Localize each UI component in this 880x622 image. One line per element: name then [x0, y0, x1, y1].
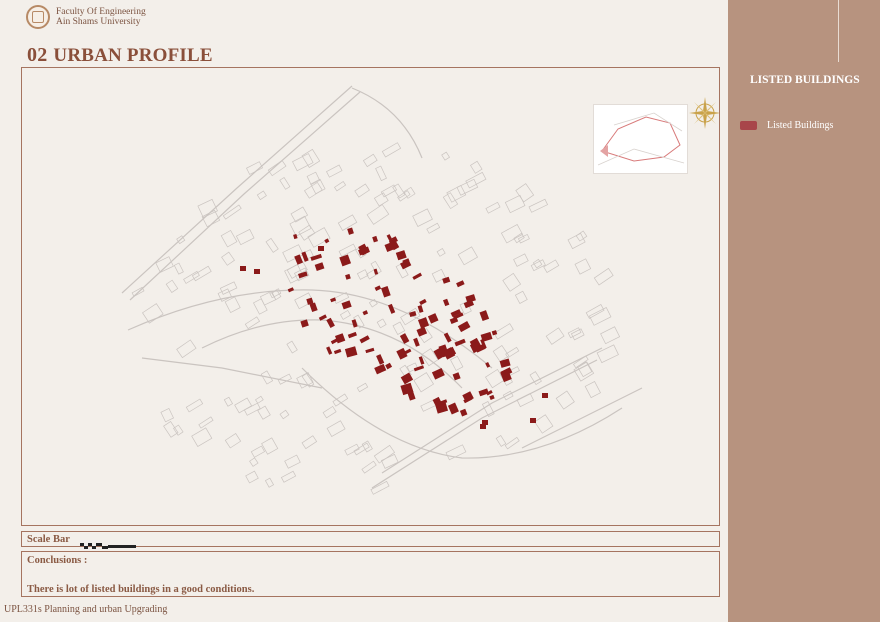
urban-map-panel [21, 67, 720, 526]
page-title: 02 URBAN PROFILE [27, 44, 213, 67]
legend-swatch [740, 121, 757, 130]
university-logo [26, 5, 50, 29]
sidebar-divider [838, 0, 839, 62]
conclusions-text: There is lot of listed buildings in a go… [27, 584, 255, 595]
course-footer: UPL331s Planning and urban Upgrading [4, 604, 168, 615]
legend-sidebar: LISTED BUILDINGS Listed Buildings [728, 0, 880, 622]
location-inset-map [593, 104, 688, 174]
faculty-name: Faculty Of Engineering Ain Shams Univers… [56, 7, 146, 27]
legend-label: Listed Buildings [767, 120, 834, 131]
scale-bar-graphic [79, 536, 136, 549]
conclusions-panel: Conclusions : There is lot of listed bui… [21, 551, 720, 597]
faculty-line-2: Ain Shams University [56, 17, 141, 27]
legend-title: LISTED BUILDINGS [750, 74, 860, 86]
page-header: Faculty Of Engineering Ain Shams Univers… [26, 3, 146, 31]
section-number: 02 [27, 44, 48, 66]
scale-bar-label: Scale Bar [27, 533, 70, 545]
section-title: URBAN PROFILE [53, 45, 213, 66]
legend-item: Listed Buildings [740, 120, 833, 131]
north-arrow-icon [688, 96, 719, 130]
scale-bar-panel: Scale Bar [21, 531, 720, 549]
conclusions-title: Conclusions : [27, 555, 88, 566]
faculty-line-1: Faculty Of Engineering [56, 7, 146, 17]
